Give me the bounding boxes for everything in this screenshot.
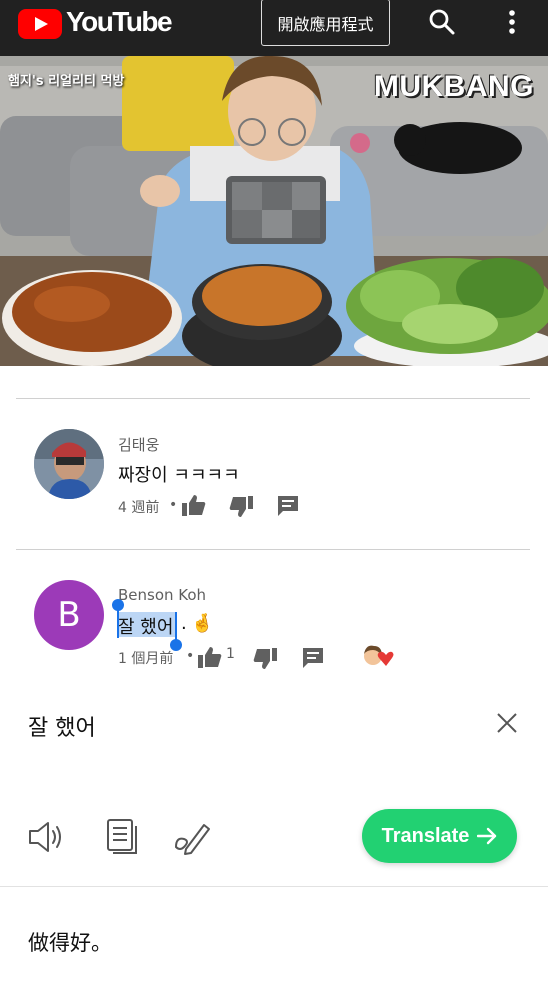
more-vert-icon[interactable] xyxy=(500,8,524,36)
creator-heart-icon xyxy=(364,645,394,666)
top-app-bar: YouTube 開啟應用程式 xyxy=(0,0,548,56)
comment-author[interactable]: Benson Koh xyxy=(118,586,206,604)
thumbs-down-icon[interactable] xyxy=(229,496,253,518)
reply-icon[interactable] xyxy=(302,647,324,669)
translate-button-label: Translate xyxy=(381,824,470,847)
selection-end-bar xyxy=(175,612,177,642)
meta-separator: • xyxy=(186,648,195,664)
thumbs-down-icon[interactable] xyxy=(253,648,277,670)
avatar[interactable]: B xyxy=(34,580,104,650)
avatar-image xyxy=(34,429,104,499)
comment-timestamp: 4 週前 xyxy=(118,500,160,516)
comment-author[interactable]: 김태웅 xyxy=(118,434,159,455)
arrow-right-icon xyxy=(477,827,497,845)
thumbs-up-icon[interactable] xyxy=(198,646,222,668)
comment-emoji: 🤞 xyxy=(191,613,214,634)
meta-separator: • xyxy=(169,497,178,513)
like-count: 1 xyxy=(226,646,235,662)
translate-result-text: 做得好。 xyxy=(28,931,112,955)
speaker-icon[interactable] xyxy=(26,817,66,857)
youtube-logo-icon[interactable] xyxy=(18,9,62,39)
comment-text: . xyxy=(181,613,187,634)
divider xyxy=(16,549,530,550)
open-app-button[interactable]: 開啟應用程式 xyxy=(261,0,390,46)
video-overlay-tag: MUKBANG xyxy=(373,70,534,103)
search-icon[interactable] xyxy=(428,8,456,36)
close-icon[interactable] xyxy=(494,710,520,736)
video-overlay-title: 햄지's 리얼리티 먹방 xyxy=(8,74,125,89)
edit-icon[interactable] xyxy=(172,817,212,857)
comment-timestamp: 1 個月前 xyxy=(118,651,174,667)
copy-icon[interactable] xyxy=(102,817,142,857)
youtube-logo-text[interactable]: YouTube xyxy=(66,6,173,38)
divider xyxy=(0,886,548,887)
thumbs-up-icon[interactable] xyxy=(182,494,206,516)
translate-source-text: 잘 했어 xyxy=(28,716,96,741)
selection-start-handle[interactable] xyxy=(112,599,124,611)
video-player[interactable]: 햄지's 리얼리티 먹방 MUKBANG xyxy=(0,56,548,366)
translate-button[interactable]: Translate xyxy=(362,809,517,863)
avatar[interactable] xyxy=(34,429,104,499)
comment-text: 짜장이 ㅋㅋㅋㅋ xyxy=(118,465,240,486)
divider xyxy=(16,398,530,399)
comment-text-selected[interactable]: 잘 했어 xyxy=(118,613,173,639)
reply-icon[interactable] xyxy=(277,495,299,517)
